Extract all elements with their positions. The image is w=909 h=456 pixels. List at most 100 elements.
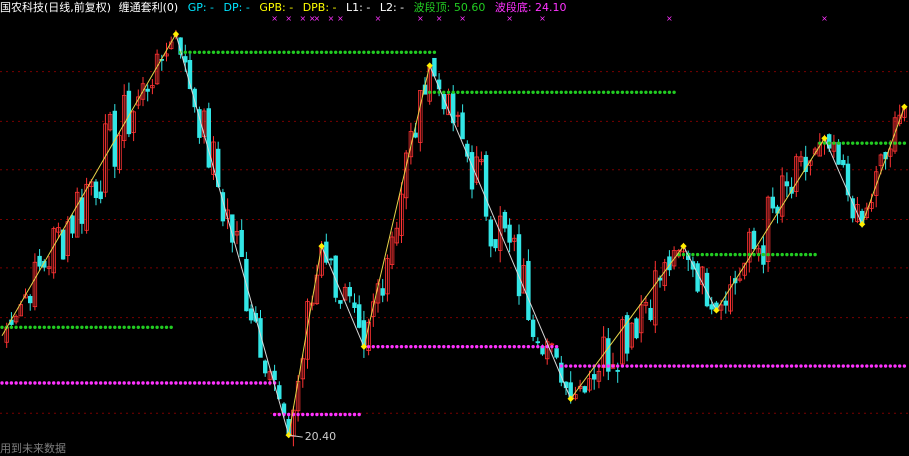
band-bottom-dot [808, 364, 813, 368]
band-top-dot [263, 50, 267, 54]
band-bottom-dot [536, 344, 540, 349]
band-top-dot [319, 50, 324, 54]
band-top-dot [103, 325, 108, 329]
band-bottom-dot [705, 364, 709, 368]
band-bottom-dot [827, 364, 831, 368]
band-top-dot [413, 50, 418, 54]
band-bottom-dot [80, 381, 84, 385]
band-bottom-dot [616, 364, 620, 368]
band-top-dot [874, 141, 878, 145]
candle-body [502, 211, 508, 229]
candle-body [615, 370, 620, 372]
band-top-dot [531, 90, 535, 94]
band-bottom-dot [296, 412, 300, 417]
band-bottom-dot [99, 381, 103, 385]
band-bottom-dot [442, 344, 446, 349]
band-top-dot [752, 252, 756, 257]
band-bottom-dot [456, 344, 460, 349]
band-top-dot [343, 50, 347, 54]
band-bottom-dot [235, 381, 239, 385]
band-top-dot [771, 252, 775, 257]
candle-body [648, 307, 653, 321]
band-bottom-dot [432, 344, 437, 349]
band-top-dot [460, 90, 465, 94]
band-bottom-dot [846, 364, 850, 368]
band-bottom-dot [855, 364, 860, 368]
band-top-dot [898, 141, 902, 145]
band-bottom-dot [630, 364, 634, 368]
pivot-marker [318, 242, 325, 250]
band-top-dot [19, 325, 23, 329]
band-bottom-dot [230, 381, 234, 385]
band-top-dot [446, 90, 451, 94]
zigzag-segment [321, 245, 365, 347]
band-top-dot [315, 50, 319, 54]
band-bottom-dot [879, 364, 883, 368]
band-bottom-dot [258, 381, 263, 385]
candle-body [93, 181, 99, 199]
pivot-marker [901, 103, 908, 110]
band-bottom-dot [460, 344, 465, 349]
band-top-dot [371, 50, 375, 54]
band-top-dot [757, 252, 761, 257]
band-top-dot [554, 90, 559, 94]
candlestick-chart[interactable]: 20.40× × × ×× × × × × × × × × × × [0, 0, 909, 454]
candle-body [60, 229, 66, 260]
band-top-dot [700, 252, 704, 257]
band-bottom-dot [146, 381, 150, 385]
band-top-dot [348, 50, 352, 54]
candle-body [98, 191, 103, 200]
band-bottom-dot [315, 412, 319, 417]
band-top-dot [301, 50, 305, 54]
band-top-dot [409, 50, 413, 54]
band-top-dot [61, 325, 65, 329]
band-bottom-dot [352, 412, 357, 417]
band-top-dot [780, 252, 784, 257]
band-top-dot [423, 50, 427, 54]
band-top-dot [451, 90, 455, 94]
indicator-name[interactable]: 缠通套利(0) [119, 1, 179, 14]
candle-body [206, 108, 211, 168]
band-top-dot [827, 141, 831, 145]
band-bottom-dot [710, 364, 714, 368]
band-top-dot [761, 252, 766, 257]
band-bottom-dot [691, 364, 695, 368]
band-bottom-dot [89, 381, 94, 385]
candle-body [469, 152, 475, 190]
band-top-dot [583, 90, 587, 94]
band-bottom-dot [672, 364, 676, 368]
candle-body [79, 197, 85, 224]
band-bottom-dot [728, 364, 733, 368]
band-top-dot [517, 90, 521, 94]
zigzag-segment [861, 106, 905, 225]
indicator-value-gp: GP: - [187, 1, 215, 14]
candle-body [338, 300, 343, 304]
band-bottom-dot [169, 381, 173, 385]
band-bottom-dot [883, 364, 888, 368]
band-bottom-dot [832, 364, 836, 368]
band-bottom-dot [836, 364, 841, 368]
band-top-dot [738, 252, 742, 257]
band-bottom-dot [52, 381, 56, 385]
band-top-dot [836, 141, 841, 145]
candle-body [126, 90, 132, 135]
band-top-dot [799, 252, 803, 257]
candle-body [592, 374, 597, 380]
band-bottom-dot [625, 364, 629, 368]
band-top-dot [865, 141, 869, 145]
band-top-dot [728, 252, 733, 257]
band-bottom-dot [183, 381, 187, 385]
candle-body [535, 341, 540, 344]
band-bottom-dot [517, 344, 521, 349]
band-top-value: 波段顶: 50.60 [413, 1, 486, 14]
band-bottom-dot [301, 412, 305, 417]
band-bottom-dot [874, 364, 878, 368]
band-bottom-dot [423, 344, 427, 349]
band-bottom-dot [305, 412, 310, 417]
band-bottom-dot [84, 381, 89, 385]
band-bottom-dot [522, 344, 526, 349]
band-top-dot [136, 325, 140, 329]
band-top-dot [366, 50, 371, 54]
band-bottom-dot [404, 344, 408, 349]
band-top-dot [536, 90, 540, 94]
